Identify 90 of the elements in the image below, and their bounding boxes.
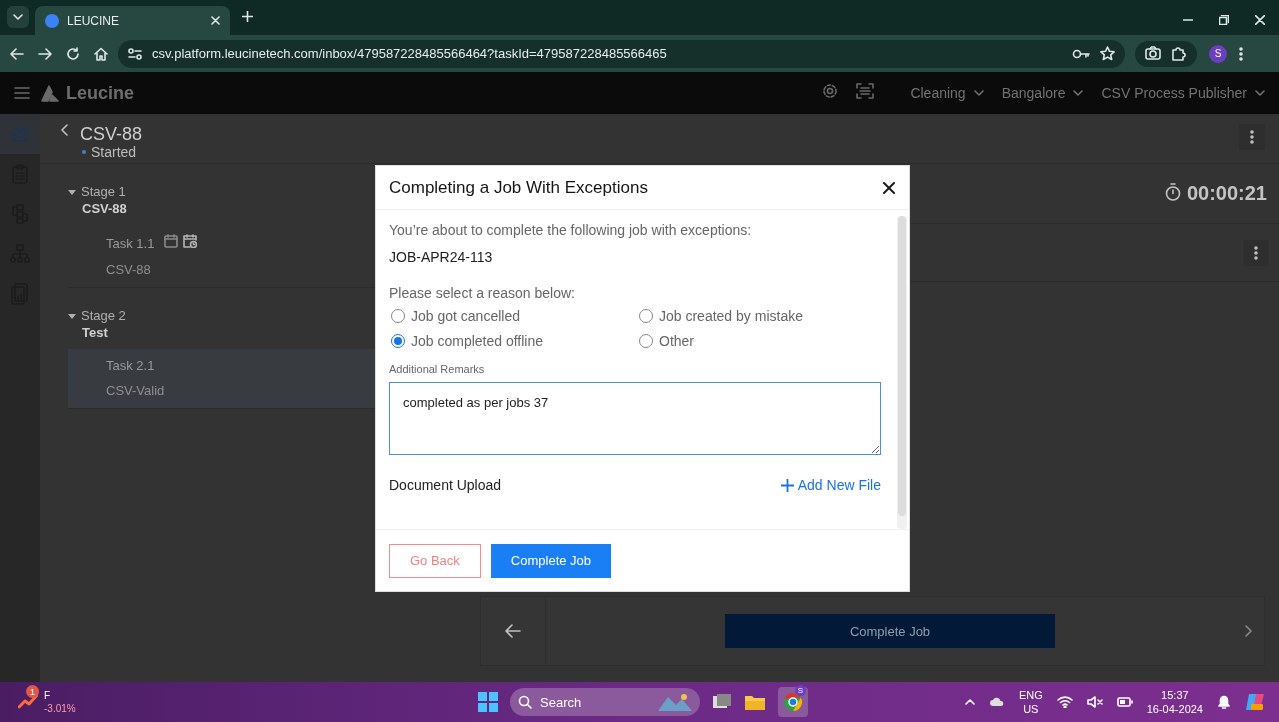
- calendar-icon: [164, 234, 179, 248]
- kebab-icon: [1250, 130, 1254, 144]
- job-status: Started: [91, 144, 137, 160]
- battery-icon[interactable]: [1116, 697, 1133, 707]
- header-dropdown[interactable]: CSV Process Publisher: [1101, 85, 1265, 101]
- chevron-up-icon[interactable]: [964, 699, 975, 705]
- profile-avatar[interactable]: S: [1209, 44, 1227, 63]
- brand-name: Leucine: [66, 82, 135, 104]
- back-arrow-icon[interactable]: [10, 47, 24, 60]
- menu-icon[interactable]: [14, 87, 30, 99]
- stage-label: Stage 2: [81, 308, 126, 323]
- status-dot: [82, 150, 86, 154]
- plus-icon: [780, 478, 794, 492]
- task-view-icon[interactable]: [712, 693, 732, 711]
- browser-tab[interactable]: LEUCINE: [35, 6, 230, 35]
- chevron-down-icon: [1073, 90, 1084, 96]
- dialog-intro: You’re about to complete the following job with exceptions:: [389, 222, 753, 238]
- timer: 00:00:21: [1186, 182, 1267, 205]
- logo-icon: [40, 83, 60, 103]
- job-code: JOB-APR24-113: [389, 249, 494, 265]
- star-icon[interactable]: [1100, 46, 1115, 61]
- start-icon[interactable]: [478, 692, 498, 712]
- chevron-down-icon: [973, 90, 984, 96]
- reason-prompt: Please select a reason below:: [389, 285, 576, 301]
- calendar-clock-icon: [182, 234, 197, 248]
- caret-down-icon[interactable]: [68, 190, 76, 196]
- stage-name: CSV-88: [82, 201, 128, 216]
- remarks-field[interactable]: completed as per jobs 37: [389, 382, 881, 455]
- header-dropdown[interactable]: Cleaning: [910, 85, 984, 101]
- reason-option[interactable]: Job got cancelled: [389, 308, 637, 324]
- reason-option[interactable]: Job created by mistake: [637, 308, 881, 324]
- reason-option[interactable]: Other: [637, 333, 881, 349]
- folder-icon[interactable]: [744, 693, 766, 711]
- cloud-icon[interactable]: [988, 697, 1005, 707]
- upload-label: Document Upload: [389, 477, 503, 493]
- back-chevron-icon[interactable]: [60, 124, 68, 136]
- task-label: Task 1.1: [106, 235, 155, 251]
- stage-name: Test: [82, 325, 109, 340]
- landscape-icon: [658, 693, 692, 711]
- browser-taskbar-button[interactable]: S: [778, 687, 808, 717]
- stock-name: F: [44, 689, 52, 702]
- tab-list-button[interactable]: [7, 6, 29, 28]
- task-subtitle: CSV-88: [106, 262, 152, 277]
- chevron-down-icon: [1255, 90, 1265, 96]
- search-icon: [518, 695, 532, 709]
- reload-icon[interactable]: [66, 46, 80, 61]
- more-button[interactable]: [1243, 239, 1269, 266]
- stopwatch-icon: [1164, 182, 1181, 201]
- gear-icon[interactable]: [822, 83, 839, 99]
- task-label: Task 2.1: [106, 358, 155, 373]
- inbox-icon: [10, 125, 30, 143]
- taskbar-search[interactable]: Search: [510, 688, 700, 716]
- notification-badge: 1: [26, 685, 39, 698]
- chevron-down-icon: [13, 14, 23, 20]
- header-dropdown[interactable]: Bangalore: [1001, 85, 1084, 101]
- more-menu-icon[interactable]: [1239, 46, 1243, 61]
- plus-icon[interactable]: [242, 11, 253, 22]
- home-icon[interactable]: [94, 46, 108, 61]
- speaker-muted-icon[interactable]: [1086, 696, 1103, 708]
- reason-option[interactable]: Job completed offline: [389, 333, 637, 349]
- camera-icon[interactable]: [1145, 45, 1161, 60]
- back-arrow-icon[interactable]: [505, 624, 521, 638]
- task-subtitle: CSV-Valid: [106, 383, 166, 398]
- caret-down-icon[interactable]: [68, 314, 76, 320]
- job-title: CSV-88: [80, 124, 143, 144]
- bell-icon[interactable]: [1217, 694, 1231, 710]
- key-icon[interactable]: [1072, 48, 1090, 59]
- more-button[interactable]: [1239, 124, 1265, 150]
- clock[interactable]: 15:37 16-04-2024: [1146, 688, 1203, 716]
- site-favicon-icon: [45, 13, 59, 28]
- complete-job-button[interactable]: Complete Job: [490, 543, 612, 578]
- stock-change: -3.01%: [44, 702, 76, 715]
- scrollbar[interactable]: [897, 216, 907, 529]
- dialog-title: Completing a Job With Exceptions: [389, 177, 649, 198]
- forward-arrow-icon[interactable]: [38, 47, 52, 60]
- close-icon[interactable]: [883, 181, 895, 194]
- chevron-right-icon[interactable]: [1245, 625, 1253, 637]
- remarks-label: Additional Remarks: [389, 363, 486, 375]
- site-settings-icon: [128, 47, 142, 60]
- address-bar[interactable]: csv.platform.leucinetech.com/inbox/479587228485566464?taskId=479587228485566465: [118, 39, 1125, 68]
- browser-icon: [783, 692, 803, 712]
- wifi-icon[interactable]: [1056, 696, 1073, 708]
- kebab-icon: [1254, 245, 1258, 260]
- stage-label: Stage 1: [81, 184, 126, 199]
- language-indicator[interactable]: ENG US: [1018, 688, 1043, 716]
- puzzle-icon[interactable]: [1171, 45, 1187, 62]
- add-file-link[interactable]: Add New File: [780, 477, 881, 493]
- complete-job-button[interactable]: Complete Job: [725, 614, 1055, 648]
- scan-icon[interactable]: [856, 83, 875, 99]
- restore-icon[interactable]: [1219, 15, 1229, 25]
